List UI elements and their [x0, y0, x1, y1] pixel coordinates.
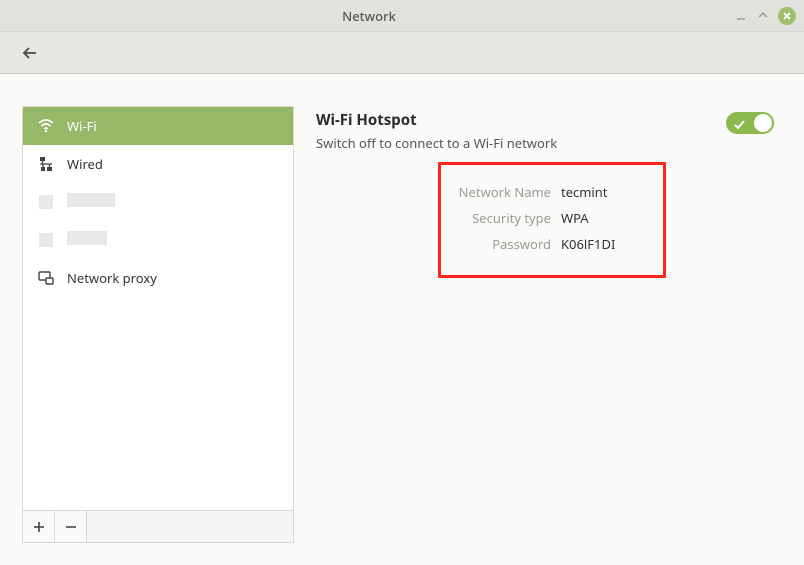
add-button[interactable] — [23, 511, 55, 542]
network-name-label: Network Name — [451, 183, 551, 201]
row-security-type: Security type WPA — [451, 209, 653, 227]
sidebar-item-wifi[interactable]: Wi-Fi — [23, 107, 293, 145]
main-header: Wi-Fi Hotspot Switch off to connect to a… — [316, 110, 782, 152]
proxy-icon — [37, 270, 55, 286]
hotspot-details: Network Name tecmint Security type WPA P… — [438, 162, 666, 278]
main-panel: Wi-Fi Hotspot Switch off to connect to a… — [316, 106, 782, 543]
title-bar: Network — [0, 0, 804, 32]
security-type-label: Security type — [451, 209, 551, 227]
sidebar-item-label: Network proxy — [67, 269, 157, 287]
redacted-icon — [37, 195, 55, 209]
sidebar-item-wired[interactable]: Wired — [23, 145, 293, 183]
security-type-value: WPA — [561, 209, 589, 227]
check-icon — [734, 115, 746, 137]
row-password: Password K06lF1DI — [451, 235, 653, 253]
sidebar-item-redacted[interactable] — [23, 221, 293, 259]
sidebar: Wi-Fi Wired Network proxy — [22, 106, 294, 511]
password-value: K06lF1DI — [561, 235, 615, 253]
page-title: Wi-Fi Hotspot — [316, 110, 557, 130]
sidebar-wrap: Wi-Fi Wired Network proxy — [22, 106, 294, 543]
sidebar-item-label — [67, 193, 115, 211]
maximize-button[interactable] — [752, 5, 774, 27]
remove-button[interactable] — [55, 511, 87, 542]
sidebar-toolbar — [22, 511, 294, 543]
header-bar — [0, 32, 804, 74]
back-button[interactable] — [16, 39, 44, 67]
sidebar-item-label — [67, 231, 107, 249]
toggle-knob — [754, 114, 772, 132]
window-title: Network — [8, 7, 730, 25]
wired-icon — [37, 156, 55, 172]
sidebar-item-redacted[interactable] — [23, 183, 293, 221]
wifi-icon — [37, 118, 55, 134]
sidebar-item-label: Wi-Fi — [67, 117, 97, 135]
hotspot-toggle[interactable] — [726, 112, 774, 134]
main-header-text: Wi-Fi Hotspot Switch off to connect to a… — [316, 110, 557, 152]
network-name-value: tecmint — [561, 183, 608, 201]
row-network-name: Network Name tecmint — [451, 183, 653, 201]
sidebar-item-network-proxy[interactable]: Network proxy — [23, 259, 293, 297]
minimize-button[interactable] — [730, 5, 752, 27]
close-button[interactable] — [778, 7, 796, 25]
password-label: Password — [451, 235, 551, 253]
sidebar-item-label: Wired — [67, 155, 103, 173]
redacted-icon — [37, 233, 55, 247]
page-subtitle: Switch off to connect to a Wi-Fi network — [316, 134, 557, 152]
content-area: Wi-Fi Wired Network proxy — [0, 74, 804, 565]
